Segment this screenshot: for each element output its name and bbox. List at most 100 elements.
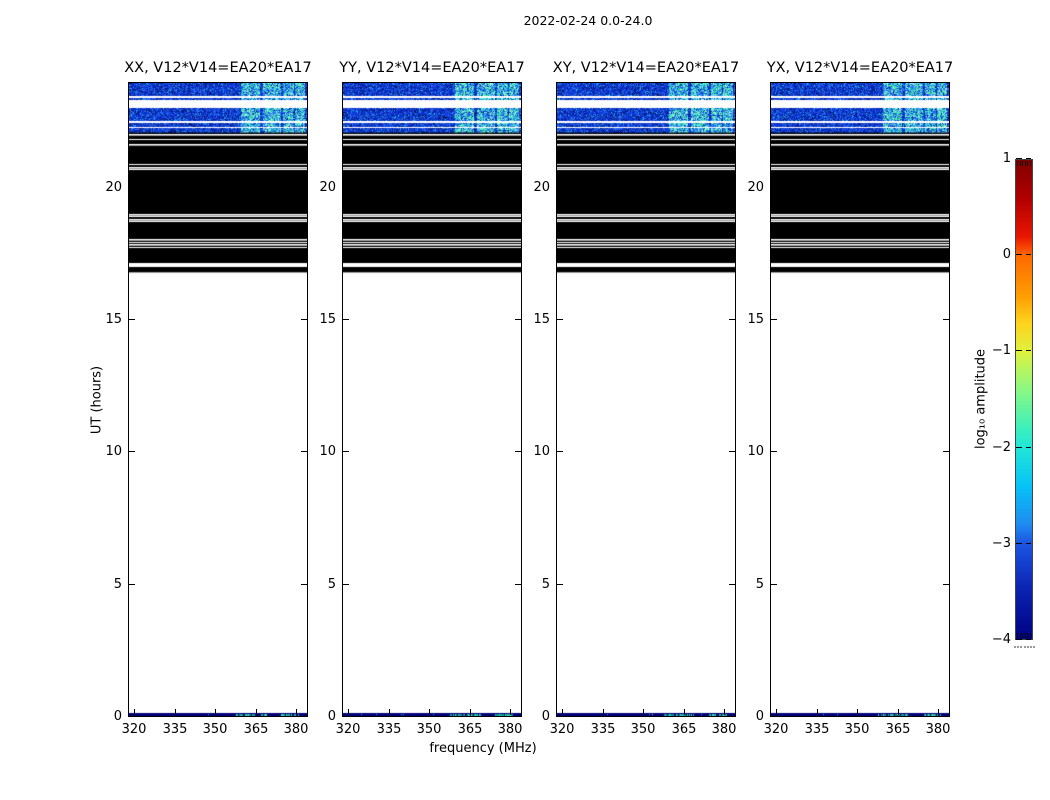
y-tick xyxy=(771,319,777,320)
panel-title: XY, V12*V14=EA20*EA17 xyxy=(544,60,748,78)
y-tick-label: 5 xyxy=(298,577,336,592)
spectrogram-canvas xyxy=(129,83,307,716)
spectrogram-canvas xyxy=(771,83,949,716)
x-tick-label: 350 xyxy=(623,722,663,737)
colorbar-end-hatch xyxy=(1027,633,1028,638)
colorbar-end-hatch xyxy=(1017,633,1018,638)
x-tick-label: 380 xyxy=(490,722,530,737)
y-tick xyxy=(129,584,135,585)
x-tick-label: 380 xyxy=(918,722,958,737)
spectrogram-canvas xyxy=(557,83,735,716)
colorbar-tick xyxy=(1026,447,1031,448)
y-tick-label: 15 xyxy=(512,312,550,327)
x-tick-label: 380 xyxy=(704,722,744,737)
colorbar-tick xyxy=(1016,543,1022,544)
colorbar-tick-label: −3 xyxy=(967,536,1011,551)
panel-title: YY, V12*V14=EA20*EA17 xyxy=(330,60,534,78)
y-tick xyxy=(557,187,563,188)
y-tick xyxy=(771,451,777,452)
x-tick xyxy=(510,709,511,715)
x-tick xyxy=(389,709,390,715)
colorbar-tick xyxy=(1026,543,1031,544)
colorbar-end-hatch xyxy=(1017,161,1018,166)
x-tick xyxy=(562,709,563,715)
y-tick xyxy=(129,451,135,452)
y-tick xyxy=(943,187,949,188)
colorbar-dotted-edge xyxy=(1033,646,1035,648)
colorbar-end-hatch xyxy=(1022,161,1023,166)
colorbar-gradient xyxy=(1015,159,1033,640)
colorbar-tick-label: −4 xyxy=(967,632,1011,647)
colorbar-tick-label: 0 xyxy=(967,247,1011,262)
x-tick xyxy=(256,709,257,715)
colorbar-tick xyxy=(1026,639,1031,640)
y-tick-label: 15 xyxy=(726,312,764,327)
y-tick xyxy=(943,584,949,585)
y-tick xyxy=(343,187,349,188)
y-tick xyxy=(943,319,949,320)
y-tick-label: 20 xyxy=(726,180,764,195)
y-tick xyxy=(343,584,349,585)
x-tick xyxy=(938,709,939,715)
y-tick xyxy=(343,716,349,717)
colorbar-end-hatch xyxy=(1030,633,1031,638)
x-tick xyxy=(817,709,818,715)
panel-title: XX, V12*V14=EA20*EA17 xyxy=(116,60,320,78)
colorbar-end-hatch xyxy=(1027,161,1028,166)
colorbar-end-hatch xyxy=(1022,633,1023,638)
y-tick-label: 20 xyxy=(512,180,550,195)
x-tick-label: 320 xyxy=(756,722,796,737)
colorbar-tick xyxy=(1026,350,1031,351)
x-tick-label: 365 xyxy=(236,722,276,737)
x-tick-label: 365 xyxy=(450,722,490,737)
y-tick-label: 15 xyxy=(84,312,122,327)
figure-title: 2022-02-24 0.0-24.0 xyxy=(524,13,653,28)
y-tick-label: 20 xyxy=(84,180,122,195)
colorbar-tick xyxy=(1016,158,1022,159)
y-tick-label: 10 xyxy=(512,444,550,459)
colorbar-dotted-edge xyxy=(1027,646,1029,648)
x-tick xyxy=(348,709,349,715)
x-tick xyxy=(776,709,777,715)
colorbar-end-hatch xyxy=(1025,633,1026,638)
y-tick xyxy=(557,451,563,452)
x-tick xyxy=(724,709,725,715)
x-tick xyxy=(603,709,604,715)
colorbar-end-hatch xyxy=(1025,161,1026,166)
y-tick-label: 15 xyxy=(298,312,336,327)
y-tick xyxy=(129,319,135,320)
x-tick-label: 380 xyxy=(276,722,316,737)
x-tick xyxy=(684,709,685,715)
y-tick xyxy=(557,584,563,585)
y-tick xyxy=(771,716,777,717)
colorbar-end-hatch xyxy=(1020,633,1021,638)
y-tick xyxy=(343,451,349,452)
y-tick xyxy=(771,584,777,585)
colorbar-dotted-edge xyxy=(1030,646,1032,648)
x-tick-label: 365 xyxy=(878,722,918,737)
panel-title: YX, V12*V14=EA20*EA17 xyxy=(758,60,962,78)
x-tick xyxy=(898,709,899,715)
x-tick-label: 320 xyxy=(114,722,154,737)
colorbar-dotted-edge xyxy=(1020,646,1022,648)
x-tick-label: 350 xyxy=(837,722,877,737)
colorbar-tick xyxy=(1016,254,1022,255)
colorbar-tick-label: 1 xyxy=(967,151,1011,166)
x-tick xyxy=(215,709,216,715)
x-tick-label: 335 xyxy=(155,722,195,737)
x-tick xyxy=(429,709,430,715)
y-tick xyxy=(943,716,949,717)
colorbar-dotted-edge xyxy=(1017,646,1019,648)
y-tick xyxy=(943,451,949,452)
colorbar-tick xyxy=(1026,254,1031,255)
spectrogram-canvas xyxy=(343,83,521,716)
x-tick xyxy=(175,709,176,715)
y-tick-label: 5 xyxy=(512,577,550,592)
y-tick-label: 10 xyxy=(726,444,764,459)
x-tick xyxy=(296,709,297,715)
y-tick xyxy=(129,716,135,717)
x-tick-label: 350 xyxy=(409,722,449,737)
y-tick xyxy=(771,187,777,188)
x-tick-label: 335 xyxy=(369,722,409,737)
x-axis-label: frequency (MHz) xyxy=(429,741,536,756)
